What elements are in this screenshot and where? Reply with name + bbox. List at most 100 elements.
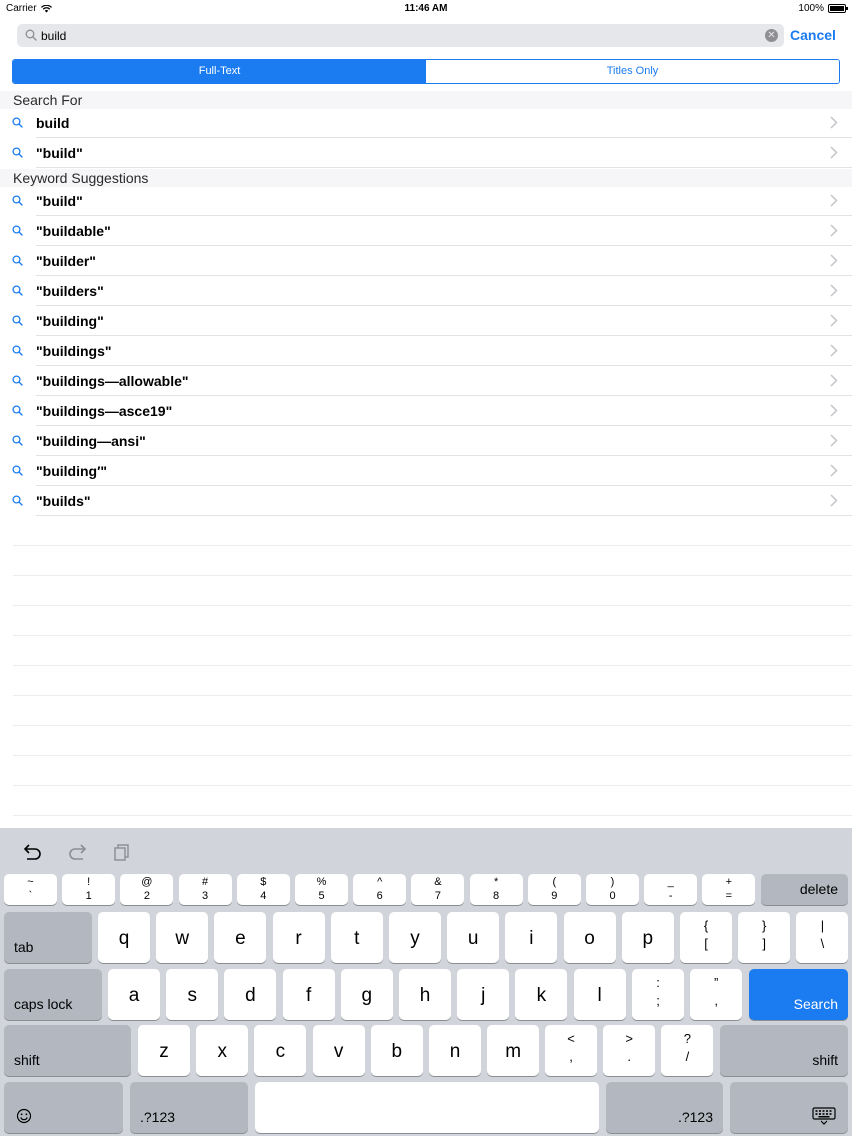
key-letter[interactable]: c	[254, 1025, 307, 1076]
redo-icon[interactable]	[67, 843, 87, 861]
key-number[interactable]: ~ `	[4, 874, 57, 905]
key-number[interactable]: @2	[120, 874, 174, 905]
key-letter[interactable]: p	[621, 912, 674, 963]
key-letter[interactable]: i	[505, 912, 558, 963]
list-item[interactable]: "build"	[0, 186, 852, 216]
list-item[interactable]: "build"	[0, 138, 852, 168]
search-key[interactable]: Search	[749, 969, 848, 1020]
key-number[interactable]: % 5	[295, 874, 348, 905]
key-letter[interactable]: l	[573, 969, 626, 1020]
key-letter[interactable]: m	[487, 1025, 540, 1076]
list-item[interactable]: "buildings"	[0, 336, 852, 366]
shift-key-left[interactable]: shift	[4, 1025, 131, 1076]
clear-icon[interactable]: ✕	[765, 29, 778, 42]
key-symbol: 6	[376, 890, 383, 902]
key-number[interactable]: ) 0	[586, 874, 639, 905]
key-letter[interactable]: f	[282, 969, 335, 1020]
key-symbol[interactable]: ? /	[661, 1025, 714, 1076]
key-symbol: 2	[143, 890, 150, 902]
list-item-label: "building"	[36, 313, 104, 329]
key-symbol: 7	[434, 890, 441, 902]
key-number[interactable]: (9	[527, 874, 581, 905]
key-number[interactable]: $4	[236, 874, 290, 905]
key-letter[interactable]: s	[166, 969, 219, 1020]
list-item[interactable]: build	[0, 108, 852, 138]
key-letter[interactable]: k	[515, 969, 568, 1020]
key-number[interactable]: ! 1	[62, 874, 116, 905]
key-letter[interactable]: a	[108, 969, 160, 1020]
list-item[interactable]: "buildings—asce19"	[0, 396, 852, 426]
key-number[interactable]: ^ 6	[353, 874, 407, 905]
chevron-right-icon	[830, 344, 838, 357]
key-symbol[interactable]: <,	[545, 1025, 597, 1076]
key-number[interactable]: * 8	[469, 874, 523, 905]
key-letter[interactable]: o	[563, 912, 616, 963]
key-letter[interactable]: n	[429, 1025, 481, 1076]
key-letter[interactable]: j	[457, 969, 510, 1020]
tab-key[interactable]: tab	[4, 912, 92, 963]
empty-row-separator	[13, 545, 852, 546]
search-input[interactable]	[41, 24, 761, 47]
key-number[interactable]: #3	[178, 874, 232, 905]
key-letter[interactable]: h	[399, 969, 451, 1020]
key-symbol[interactable]: ”,	[690, 969, 743, 1020]
list-item[interactable]: "building—ansi"	[0, 426, 852, 456]
caps-lock-key-label: caps lock	[14, 996, 73, 1012]
list-item[interactable]: "buildable"	[0, 216, 852, 246]
key-letter-label: v	[333, 1041, 344, 1062]
delete-key[interactable]: delete	[761, 874, 848, 905]
keyboard-shortcut-bar	[0, 828, 852, 872]
key-letter[interactable]: v	[312, 1025, 365, 1076]
list-item[interactable]: "building"	[0, 306, 852, 336]
key-symbol[interactable]: :;	[632, 969, 684, 1020]
list-item[interactable]: "builder"	[0, 246, 852, 276]
key-letter[interactable]: x	[196, 1025, 249, 1076]
key-number[interactable]: + =	[702, 874, 756, 905]
paste-icon[interactable]	[113, 843, 131, 861]
key-shift-symbol: #	[202, 876, 209, 888]
key-letter-label: c	[275, 1041, 286, 1062]
list-item[interactable]: "buildings—allowable"	[0, 366, 852, 396]
space-bar[interactable]	[255, 1082, 599, 1133]
key-shift-symbol: (	[552, 876, 557, 888]
segment-full-text[interactable]: Full-Text	[13, 60, 426, 83]
key-letter[interactable]: t	[330, 912, 383, 963]
key-symbol[interactable]: | \	[796, 912, 849, 963]
key-symbol[interactable]: {[	[680, 912, 732, 963]
empty-row-separator	[13, 755, 852, 756]
list-item[interactable]: "building′"	[0, 456, 852, 486]
key-letter[interactable]: b	[370, 1025, 423, 1076]
key-letter[interactable]: e	[214, 912, 267, 963]
key-letter[interactable]: z	[138, 1025, 190, 1076]
key-letter[interactable]: u	[447, 912, 500, 963]
cancel-button[interactable]: Cancel	[790, 27, 836, 43]
segment-titles-only[interactable]: Titles Only	[426, 60, 839, 83]
shift-key-right[interactable]: shift	[720, 1025, 848, 1076]
list-item-label: "buildings—allowable"	[36, 373, 189, 389]
numbers-key-right[interactable]: .?123	[606, 1082, 723, 1133]
keyboard-dismiss-key[interactable]	[730, 1082, 848, 1133]
emoji-key[interactable]	[4, 1082, 123, 1133]
key-letter[interactable]: w	[156, 912, 209, 963]
list-item[interactable]: "builders"	[0, 276, 852, 306]
key-number[interactable]: & 7	[411, 874, 465, 905]
key-symbol: \	[820, 936, 825, 951]
search-field[interactable]: ✕	[17, 24, 784, 47]
key-symbol[interactable]: >.	[603, 1025, 656, 1076]
status-right: 100%	[798, 3, 848, 14]
caps-lock-key[interactable]: caps lock	[4, 969, 102, 1020]
search-icon	[12, 345, 23, 356]
key-letter[interactable]: g	[340, 969, 393, 1020]
key-shift-symbol: |	[820, 918, 825, 933]
key-letter[interactable]: d	[224, 969, 277, 1020]
list-item[interactable]: "builds"	[0, 486, 852, 516]
key-letter[interactable]: q	[98, 912, 150, 963]
undo-icon[interactable]	[23, 843, 43, 861]
empty-row-separator	[13, 665, 852, 666]
key-letter[interactable]: y	[389, 912, 441, 963]
key-symbol[interactable]: }]	[738, 912, 791, 963]
numbers-key-left[interactable]: .?123	[130, 1082, 248, 1133]
key-letter-label: y	[410, 928, 420, 949]
key-number[interactable]: _ -	[644, 874, 698, 905]
key-letter[interactable]: r	[272, 912, 325, 963]
